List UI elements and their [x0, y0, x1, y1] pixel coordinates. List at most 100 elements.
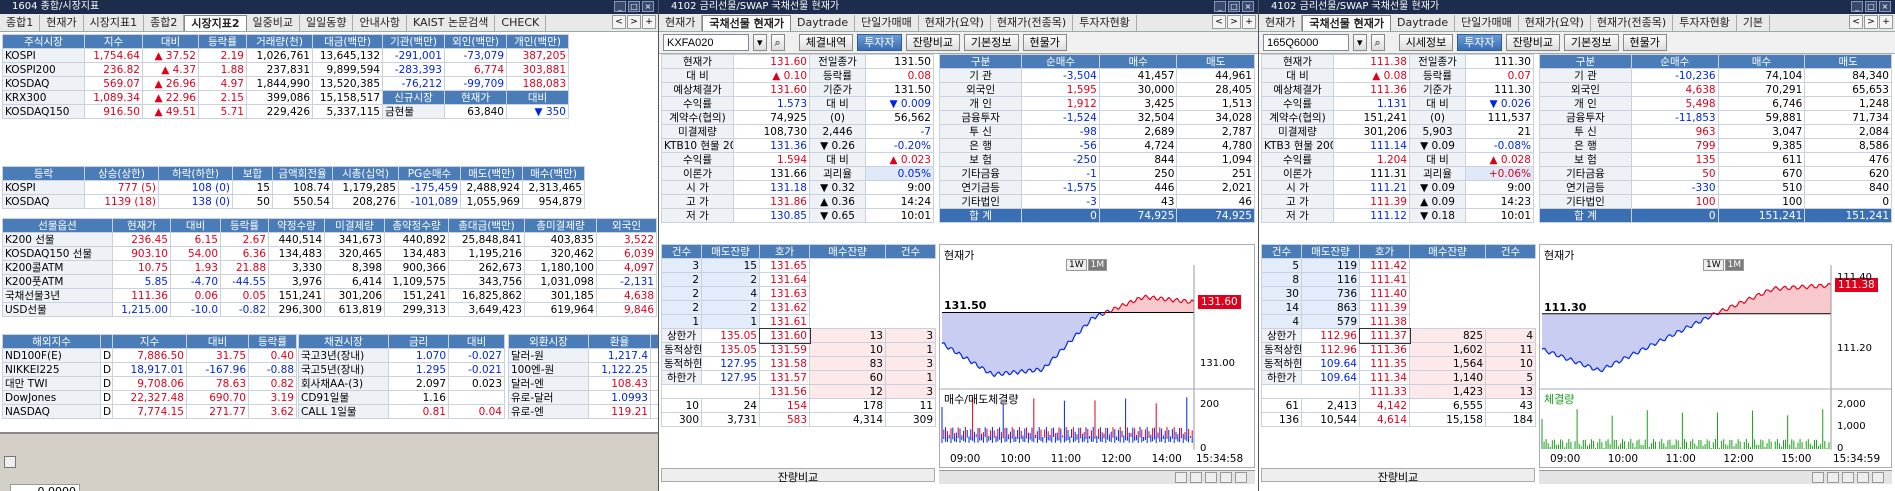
tab-5[interactable]: 일중비교: [247, 15, 300, 31]
table-row[interactable]: 유로-달러1.0993-0.0047: [508, 390, 658, 405]
refresh-icon[interactable]: [1235, 472, 1247, 483]
ask-row[interactable]: 8 116 111.41: [1261, 272, 1536, 287]
settings-icon[interactable]: [1205, 472, 1217, 483]
tab-1[interactable]: 국채선물 현재가: [1302, 15, 1392, 31]
table-row[interactable]: 100엔-원1,122.25-12.29: [508, 362, 658, 377]
table-row[interactable]: 외국인 4,638 70,291 65,653: [1539, 82, 1892, 97]
table-row[interactable]: K200콜ATM 10.75 1.93 21.88 3,330 8,398 900,366 2…: [2, 260, 657, 275]
window-title-bar[interactable]: 1604 종합/시장지표 _ □ ×: [0, 0, 658, 14]
tab-scroll-left-icon[interactable]: <: [1212, 15, 1226, 29]
toolbar-button-4[interactable]: 현물가: [1622, 34, 1667, 51]
bid-row[interactable]: 하한가 127.95 131.57 60 1: [661, 370, 936, 385]
table-row[interactable]: CD91일물 1.16: [298, 390, 505, 405]
tab-5[interactable]: 현재가(전종목): [991, 15, 1074, 31]
minimize-icon[interactable]: _: [614, 1, 626, 12]
bid-row[interactable]: 131.56 12 3: [661, 384, 936, 399]
toolbar-button-0[interactable]: 시세정보: [1398, 34, 1454, 51]
bid-row[interactable]: 하한가 109.64 111.34 1,140 5: [1261, 370, 1536, 385]
table-row[interactable]: 회사채AA-(3) 2.097 0.023: [298, 376, 505, 391]
table-row[interactable]: 개 인 5,498 6,746 1,248: [1539, 96, 1892, 111]
table-row[interactable]: 유로-엔119.210.08: [508, 404, 658, 419]
table-row[interactable]: DowJones D 22,327.48 690.70 3.19: [2, 390, 297, 405]
table-row[interactable]: 연기금등 -330 510 840: [1539, 180, 1892, 195]
table-row[interactable]: 투 신 -98 2,689 2,787: [938, 124, 1255, 139]
search-icon[interactable]: ⌕: [770, 34, 785, 51]
close-icon[interactable]: ×: [1879, 1, 1891, 12]
tab-5[interactable]: 현재가(전종목): [1591, 15, 1674, 31]
zoom-out-icon[interactable]: [1827, 472, 1839, 483]
table-row[interactable]: 투 신 963 3,047 2,084: [1539, 124, 1892, 139]
ask-row[interactable]: 2 2 131.64: [661, 272, 936, 287]
table-row[interactable]: 합 계 0 74,925 74,925: [938, 208, 1255, 223]
tab-scroll-left-icon[interactable]: <: [1849, 15, 1863, 29]
price-chart[interactable]: 현재가 1W 1M 111.30 111.38 111.40 111.20 체결량 2,000 1…: [1539, 244, 1892, 468]
dropdown-arrow-icon[interactable]: ▾: [753, 34, 767, 51]
tab-7[interactable]: 기본: [1737, 15, 1771, 31]
tab-8[interactable]: KAIST 논문검색: [407, 15, 496, 31]
tab-2[interactable]: 시장지표1: [84, 15, 145, 31]
toolbar-button-2[interactable]: 잔량비교: [1505, 34, 1561, 51]
table-row[interactable]: 금융투자 -1,524 32,504 34,028: [938, 110, 1255, 125]
code-input[interactable]: [663, 34, 749, 51]
toolbar-button-1[interactable]: 투자자: [1457, 34, 1502, 51]
table-row[interactable]: KOSPI 1,754.64 ▲ 37.52 2.19 1,026,761 13,645,…: [2, 48, 569, 63]
close-icon[interactable]: ×: [642, 1, 654, 12]
table-row[interactable]: 보 험 -250 844 1,094: [938, 152, 1255, 167]
bid-row[interactable]: 상한가 112.96 111.37 825 4: [1261, 327, 1536, 344]
ask-row[interactable]: 4 579 111.38: [1261, 314, 1536, 329]
minimize-icon[interactable]: _: [1851, 1, 1863, 12]
tab-2[interactable]: Daytrade: [1391, 15, 1456, 31]
table-row[interactable]: NASDAQ D 7,774.15 271.77 3.62: [2, 404, 297, 419]
search-icon[interactable]: ⌕: [1370, 34, 1385, 51]
window-title-bar[interactable]: 4102 금리선물/SWAP 국채선물 현재가 _ □ ×: [1259, 0, 1895, 14]
tab-3[interactable]: 단일가매매: [855, 15, 919, 31]
tab-add-icon[interactable]: +: [1879, 15, 1893, 29]
minimize-icon[interactable]: _: [1214, 1, 1226, 12]
table-row[interactable]: KOSDAQ150 916.50 ▲ 49.51 5.71 229,426 5,337,1…: [2, 104, 569, 119]
toolbar-button-4[interactable]: 현물가: [1022, 34, 1067, 51]
tab-scroll-right-icon[interactable]: >: [1864, 15, 1878, 29]
table-row[interactable]: 대만 TWI D 9,708.06 78.63 0.82: [2, 376, 297, 391]
toolbar-button-2[interactable]: 잔량비교: [905, 34, 961, 51]
table-row[interactable]: 합 계 0 151,241 151,241: [1539, 208, 1892, 223]
zoom-in-icon[interactable]: [1812, 472, 1824, 483]
table-row[interactable]: 기타금융 50 670 620: [1539, 166, 1892, 181]
ask-row[interactable]: 30 736 111.40: [1261, 286, 1536, 301]
table-row[interactable]: KOSDAQ 569.07 ▲ 26.96 4.97 1,844,990 13,520,3…: [2, 76, 569, 91]
table-row[interactable]: KOSPI 777 (5) 108 (0) 15 108.74 1,179,285 -175…: [2, 180, 585, 195]
price-chart[interactable]: 현재가 1W 1M 131.50 131.60 131.00 매수/매도체결량 200 0 09:…: [939, 244, 1255, 468]
order-book-footer[interactable]: 잔량비교: [661, 468, 935, 484]
scroll-arrow-icon[interactable]: [4, 456, 16, 468]
maximize-icon[interactable]: □: [1228, 1, 1240, 12]
tab-0[interactable]: 현재가: [1259, 15, 1303, 31]
zoom-in-icon[interactable]: [1175, 472, 1187, 483]
code-input[interactable]: [1263, 34, 1349, 51]
print-icon[interactable]: [1220, 472, 1232, 483]
maximize-icon[interactable]: □: [1865, 1, 1877, 12]
bid-row[interactable]: 111.33 1,423 13: [1261, 384, 1536, 399]
table-row[interactable]: 은 행 -56 4,724 4,780: [938, 138, 1255, 153]
table-row[interactable]: 연기금등 -1,575 446 2,021: [938, 180, 1255, 195]
table-row[interactable]: 외국인 1,595 30,000 28,405: [938, 82, 1255, 97]
zoom-out-icon[interactable]: [1190, 472, 1202, 483]
table-row[interactable]: 은 행 799 9,385 8,586: [1539, 138, 1892, 153]
tab-2[interactable]: Daytrade: [791, 15, 856, 31]
table-row[interactable]: 기타법인 100 100 0: [1539, 194, 1892, 209]
toolbar-button-1[interactable]: 투자자: [857, 34, 902, 51]
ask-row[interactable]: 2 2 131.62: [661, 300, 936, 315]
table-row[interactable]: KRX300 1,089.34 ▲ 22.96 2.15 399,086 15,158,5…: [2, 90, 569, 105]
table-row[interactable]: KOSDAQ150 선물 903.10 54.00 6.36 134,483 320,46…: [2, 246, 657, 261]
table-row[interactable]: 개 인 1,912 3,425 1,513: [938, 96, 1255, 111]
tab-1[interactable]: 현재가: [40, 15, 84, 31]
tab-add-icon[interactable]: +: [642, 15, 656, 29]
tab-7[interactable]: 안내사항: [353, 15, 407, 31]
table-row[interactable]: K200 선물 236.45 6.15 2.67 440,514 341,673 440,8…: [2, 232, 657, 247]
toolbar-button-3[interactable]: 기본정보: [1564, 34, 1619, 51]
table-row[interactable]: K200풋ATM 5.85 -4.70 -44.55 3,976 6,414 1,109,5…: [2, 274, 657, 289]
ask-row[interactable]: 14 863 111.39: [1261, 300, 1536, 315]
table-row[interactable]: 기 관 -10,236 74,104 84,340: [1539, 68, 1892, 83]
bid-row[interactable]: 동적하한 127.95 131.58 83 3: [661, 356, 936, 371]
table-row[interactable]: 국고5년(장내) 1.295 -0.021: [298, 362, 505, 377]
table-row[interactable]: CALL 1일물 0.81 0.04: [298, 404, 505, 419]
tab-scroll-right-icon[interactable]: >: [1227, 15, 1241, 29]
